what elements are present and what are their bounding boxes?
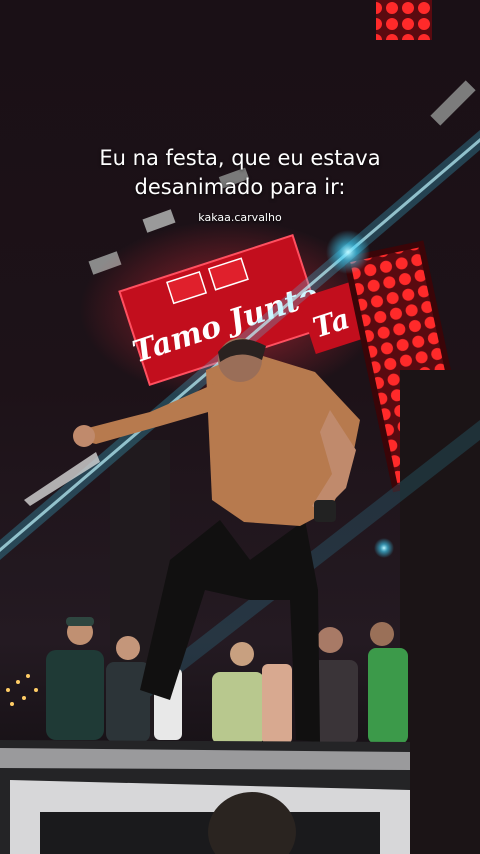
stage-flare [326,230,370,274]
caption-line: desanimado para ir: [134,175,346,199]
video-caption: Eu na festa, que eu estava desanimado pa… [0,144,480,202]
username-watermark: kakaa.carvalho [198,211,282,224]
stage-flare [374,538,394,558]
led-panel-top [376,0,432,40]
caption-line: Eu na festa, que eu estava [99,146,381,170]
microphone-icon [314,500,336,522]
video-frame: Tamo Junto Ta [0,0,480,854]
